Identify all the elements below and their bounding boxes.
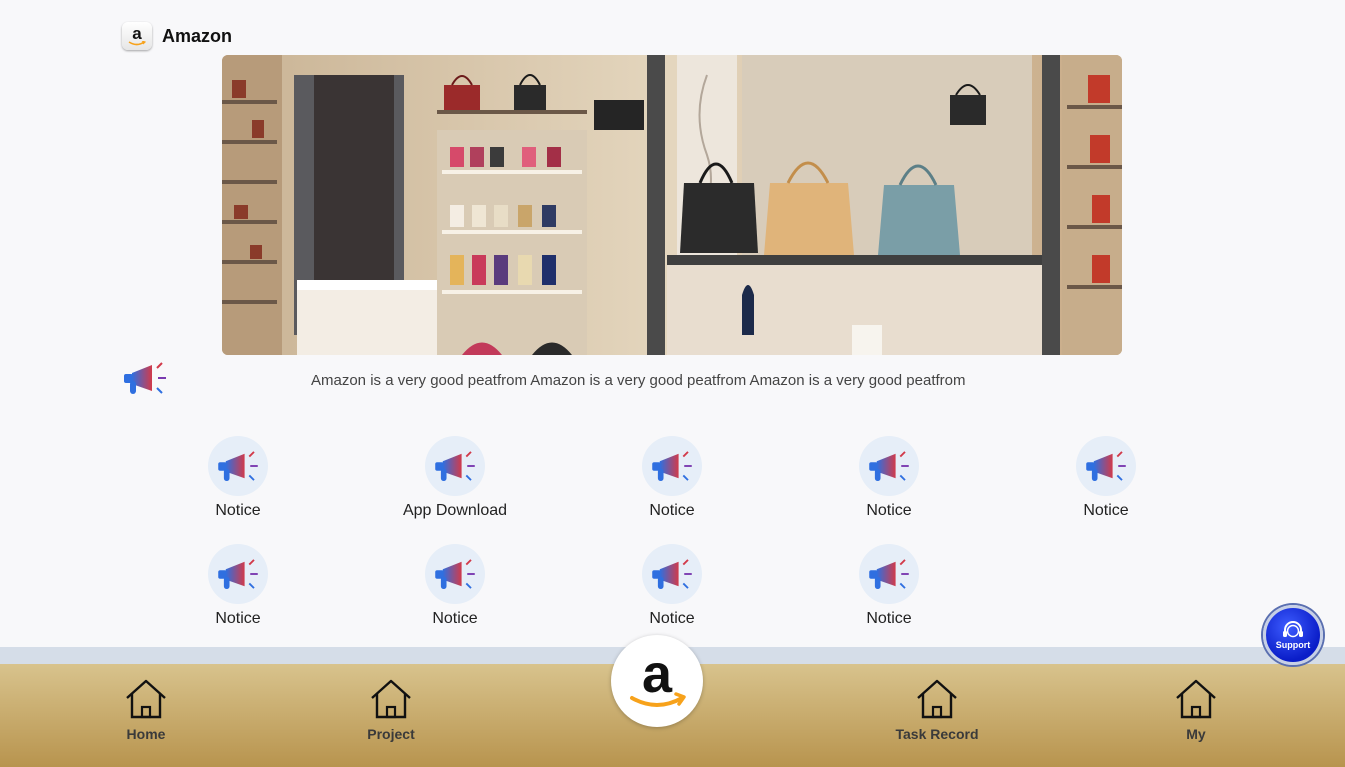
megaphone-icon — [122, 361, 168, 400]
grid-item-label: Notice — [432, 610, 478, 627]
nav-item-project[interactable]: Project — [331, 678, 451, 742]
megaphone-icon — [425, 436, 485, 496]
amazon-logo-icon: a — [630, 648, 686, 707]
grid-item-label: App Download — [402, 502, 508, 519]
grid-item-notice-4[interactable]: Notice — [1026, 436, 1186, 520]
home-icon — [1176, 679, 1216, 719]
store-banner-image — [222, 55, 1122, 355]
grid-item-label: Notice — [1083, 502, 1129, 519]
grid-item-label: Notice — [215, 502, 261, 519]
grid-item-notice-1[interactable]: Notice — [158, 436, 318, 520]
home-icon — [917, 679, 957, 719]
nav-item-task-record[interactable]: Task Record — [877, 678, 997, 742]
megaphone-icon — [859, 544, 919, 604]
megaphone-icon — [208, 544, 268, 604]
app-title: Amazon — [162, 25, 233, 46]
app-header: a Amazon — [122, 22, 232, 50]
nav-label: Project — [367, 726, 415, 742]
amazon-center-button[interactable]: a — [611, 635, 703, 727]
grid-item-label: Notice — [215, 610, 261, 627]
nav-item-my[interactable]: My — [1136, 678, 1256, 742]
grid-item-label: Notice — [866, 610, 912, 627]
nav-label: My — [1186, 726, 1206, 742]
announcement-marquee: Amazon is a very good peatfrom Amazon is… — [311, 372, 966, 389]
support-button[interactable]: Support — [1263, 605, 1323, 665]
amazon-logo-icon: a — [122, 22, 152, 50]
megaphone-icon — [859, 436, 919, 496]
support-label: Support — [1275, 640, 1311, 650]
megaphone-icon — [1076, 436, 1136, 496]
nav-label: Task Record — [895, 726, 979, 742]
grid-item-notice-6[interactable]: Notice — [375, 544, 535, 628]
grid-item-notice-8[interactable]: Notice — [809, 544, 969, 628]
nav-item-home[interactable]: Home — [86, 678, 206, 742]
megaphone-icon — [642, 544, 702, 604]
nav-label: Home — [126, 726, 166, 742]
home-icon — [126, 679, 166, 719]
grid-item-notice-7[interactable]: Notice — [592, 544, 752, 628]
megaphone-icon — [642, 436, 702, 496]
grid-item-label: Notice — [866, 502, 912, 519]
megaphone-icon — [208, 436, 268, 496]
grid-item-label: Notice — [649, 502, 695, 519]
grid-item-label: Notice — [649, 610, 695, 627]
headset-icon — [1283, 621, 1303, 638]
svg-text:a: a — [642, 648, 673, 704]
grid-item-notice-3[interactable]: Notice — [809, 436, 969, 520]
grid-item-notice-2[interactable]: Notice — [592, 436, 752, 520]
grid-item-notice-5[interactable]: Notice — [158, 544, 318, 628]
megaphone-icon — [425, 544, 485, 604]
home-icon — [371, 679, 411, 719]
grid-item-app-download[interactable]: App Download — [375, 436, 535, 520]
